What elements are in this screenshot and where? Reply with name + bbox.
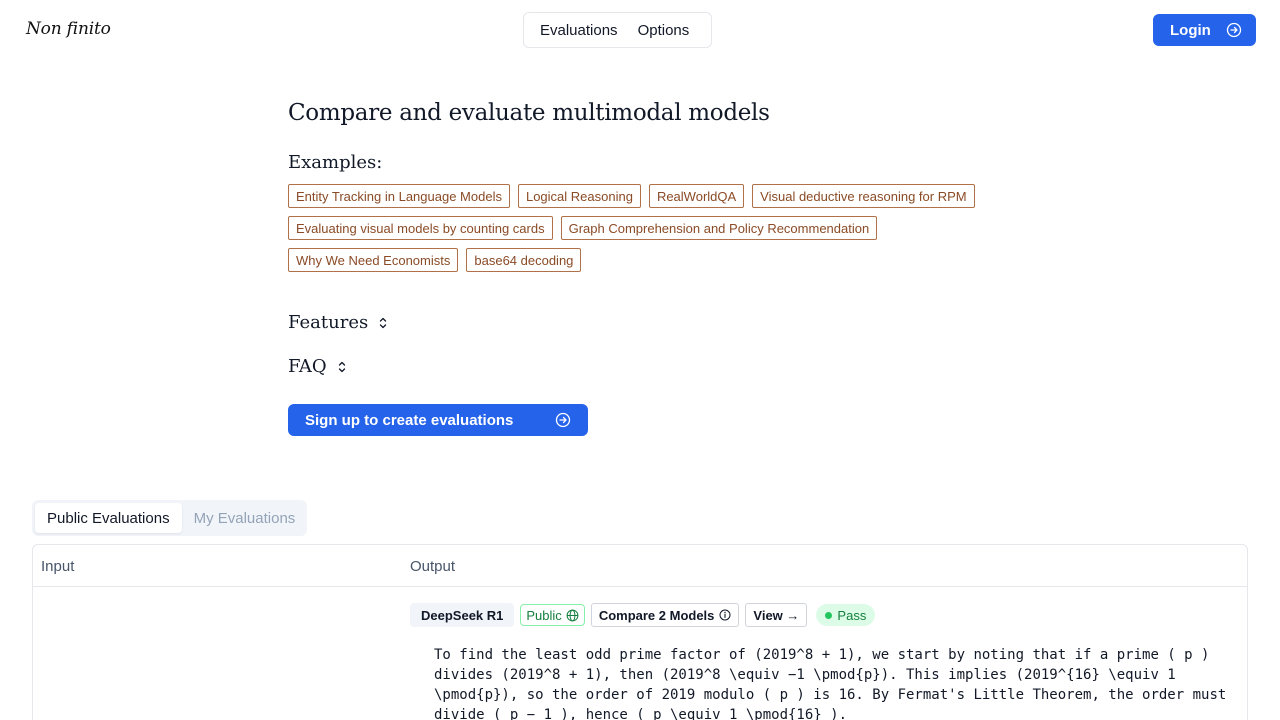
chevrons-up-down-icon	[338, 361, 345, 372]
logo[interactable]: Non finito	[26, 19, 111, 39]
chevrons-up-down-icon	[380, 317, 387, 328]
visibility-badge: Public	[520, 604, 585, 626]
status-label: Pass	[837, 607, 867, 623]
login-label: Login	[1170, 21, 1211, 39]
globe-icon	[566, 609, 579, 621]
nav-options[interactable]: Options	[628, 22, 700, 39]
column-header-input: Input	[41, 558, 75, 575]
model-badge: DeepSeek R1	[410, 603, 515, 627]
compare-label: Compare 2 Models	[598, 607, 715, 623]
nav-evaluations[interactable]: Evaluations	[530, 22, 628, 39]
output-meta: DeepSeek R1 Public Compare 2 Models View…	[410, 603, 876, 627]
example-chip[interactable]: Why We Need Economists	[288, 248, 459, 272]
features-toggle[interactable]: Features	[288, 312, 388, 333]
tab-my-evaluations[interactable]: My Evaluations	[182, 503, 308, 533]
hero-section: Compare and evaluate multimodal models E…	[288, 100, 1008, 436]
arrow-right-circle-icon	[1226, 22, 1242, 38]
example-chip[interactable]: Visual deductive reasoning for RPM	[752, 184, 975, 208]
examples-label: Examples:	[288, 152, 383, 173]
table-header: Input Output	[33, 545, 1247, 587]
tab-public-evaluations[interactable]: Public Evaluations	[35, 503, 182, 533]
main-nav: Evaluations Options	[523, 12, 712, 48]
column-header-output: Output	[410, 558, 456, 575]
evaluations-tabs: Public Evaluations My Evaluations	[32, 500, 307, 536]
login-button[interactable]: Login	[1153, 14, 1256, 46]
top-bar: Non finito Evaluations Options Login	[0, 0, 1280, 60]
arrow-right-circle-icon	[555, 412, 571, 428]
page-title: Compare and evaluate multimodal models	[288, 100, 770, 126]
examples-list: Entity Tracking in Language Models Logic…	[288, 184, 1008, 272]
faq-label: FAQ	[288, 356, 327, 377]
example-chip[interactable]: Logical Reasoning	[517, 184, 641, 208]
compare-models-button[interactable]: Compare 2 Models	[590, 603, 740, 627]
signup-label: Sign up to create evaluations	[305, 411, 514, 429]
info-icon	[719, 609, 731, 621]
example-chip[interactable]: Entity Tracking in Language Models	[288, 184, 510, 208]
visibility-label: Public	[526, 607, 562, 623]
model-output-text: To find the least odd prime factor of (2…	[434, 647, 1227, 720]
evaluations-table: Input Output DeepSeek R1 Public Compare …	[32, 544, 1248, 720]
signup-button[interactable]: Sign up to create evaluations	[288, 404, 588, 436]
example-chip[interactable]: Graph Comprehension and Policy Recommend…	[560, 216, 878, 240]
table-row: DeepSeek R1 Public Compare 2 Models View…	[33, 587, 1247, 720]
example-chip[interactable]: RealWorldQA	[648, 184, 745, 208]
faq-toggle[interactable]: FAQ	[288, 356, 347, 377]
status-badge: Pass	[816, 604, 876, 626]
features-label: Features	[288, 312, 369, 333]
example-chip[interactable]: base64 decoding	[466, 248, 582, 272]
view-button[interactable]: View →	[745, 603, 808, 627]
status-dot	[825, 611, 833, 619]
example-chip[interactable]: Evaluating visual models by counting car…	[288, 216, 553, 240]
